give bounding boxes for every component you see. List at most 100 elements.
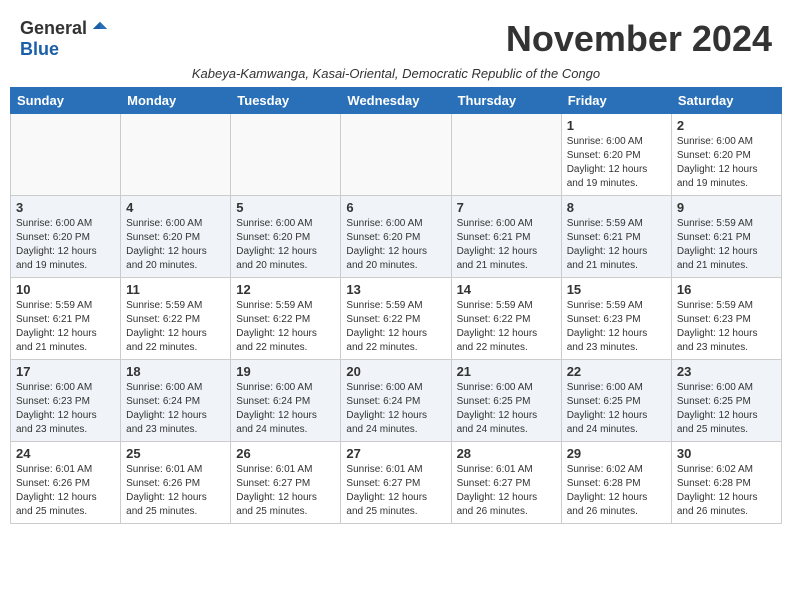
- calendar-header-sunday: Sunday: [11, 88, 121, 114]
- day-info: Sunrise: 6:00 AM Sunset: 6:20 PM Dayligh…: [346, 217, 445, 273]
- day-info: Sunrise: 6:02 AM Sunset: 6:28 PM Dayligh…: [567, 463, 666, 519]
- calendar-header-friday: Friday: [561, 88, 671, 114]
- calendar-day-cell: [231, 114, 341, 196]
- day-number: 22: [567, 364, 666, 379]
- logo-flag-icon: [91, 20, 109, 38]
- day-info: Sunrise: 5:59 AM Sunset: 6:23 PM Dayligh…: [677, 299, 776, 355]
- calendar-day-cell: 23 Sunrise: 6:00 AM Sunset: 6:25 PM Dayli…: [671, 360, 781, 442]
- day-number: 11: [126, 282, 225, 297]
- day-info: Sunrise: 6:00 AM Sunset: 6:20 PM Dayligh…: [567, 135, 666, 191]
- calendar-table: SundayMondayTuesdayWednesdayThursdayFrid…: [10, 87, 782, 524]
- calendar-day-cell: 15 Sunrise: 5:59 AM Sunset: 6:23 PM Dayli…: [561, 278, 671, 360]
- calendar-day-cell: 18 Sunrise: 6:00 AM Sunset: 6:24 PM Dayli…: [121, 360, 231, 442]
- calendar-day-cell: 1 Sunrise: 6:00 AM Sunset: 6:20 PM Daylig…: [561, 114, 671, 196]
- day-info: Sunrise: 5:59 AM Sunset: 6:21 PM Dayligh…: [567, 217, 666, 273]
- day-info: Sunrise: 6:00 AM Sunset: 6:24 PM Dayligh…: [346, 381, 445, 437]
- page-header: General Blue November 2024: [10, 10, 782, 64]
- calendar-day-cell: 21Sunrise: 6:00 AM Sunset: 6:25 PM Dayli…: [451, 360, 561, 442]
- calendar-day-cell: 19 Sunrise: 6:00 AM Sunset: 6:24 PM Dayli…: [231, 360, 341, 442]
- day-info: Sunrise: 6:01 AM Sunset: 6:26 PM Dayligh…: [16, 463, 115, 519]
- calendar-week-row: 24 Sunrise: 6:01 AM Sunset: 6:26 PM Dayli…: [11, 442, 782, 524]
- calendar-day-cell: 8Sunrise: 5:59 AM Sunset: 6:21 PM Daylig…: [561, 196, 671, 278]
- day-info: Sunrise: 6:01 AM Sunset: 6:27 PM Dayligh…: [457, 463, 556, 519]
- day-info: Sunrise: 5:59 AM Sunset: 6:23 PM Dayligh…: [567, 299, 666, 355]
- day-info: Sunrise: 6:00 AM Sunset: 6:21 PM Dayligh…: [457, 217, 556, 273]
- day-number: 19: [236, 364, 335, 379]
- day-info: Sunrise: 5:59 AM Sunset: 6:22 PM Dayligh…: [236, 299, 335, 355]
- calendar-day-cell: 16 Sunrise: 5:59 AM Sunset: 6:23 PM Dayli…: [671, 278, 781, 360]
- calendar-day-cell: 7Sunrise: 6:00 AM Sunset: 6:21 PM Daylig…: [451, 196, 561, 278]
- day-info: Sunrise: 6:00 AM Sunset: 6:25 PM Dayligh…: [677, 381, 776, 437]
- logo-general-text: General: [20, 18, 87, 39]
- day-number: 21: [457, 364, 556, 379]
- day-number: 15: [567, 282, 666, 297]
- day-number: 3: [16, 200, 115, 215]
- day-number: 20: [346, 364, 445, 379]
- day-info: Sunrise: 6:01 AM Sunset: 6:27 PM Dayligh…: [236, 463, 335, 519]
- day-info: Sunrise: 6:00 AM Sunset: 6:20 PM Dayligh…: [677, 135, 776, 191]
- day-number: 24: [16, 446, 115, 461]
- calendar-day-cell: 30Sunrise: 6:02 AM Sunset: 6:28 PM Dayli…: [671, 442, 781, 524]
- calendar-day-cell: 9Sunrise: 5:59 AM Sunset: 6:21 PM Daylig…: [671, 196, 781, 278]
- calendar-header-tuesday: Tuesday: [231, 88, 341, 114]
- calendar-header-row: SundayMondayTuesdayWednesdayThursdayFrid…: [11, 88, 782, 114]
- day-info: Sunrise: 6:00 AM Sunset: 6:23 PM Dayligh…: [16, 381, 115, 437]
- calendar-day-cell: 5Sunrise: 6:00 AM Sunset: 6:20 PM Daylig…: [231, 196, 341, 278]
- day-number: 28: [457, 446, 556, 461]
- calendar-header-wednesday: Wednesday: [341, 88, 451, 114]
- day-info: Sunrise: 5:59 AM Sunset: 6:21 PM Dayligh…: [677, 217, 776, 273]
- calendar-day-cell: 6 Sunrise: 6:00 AM Sunset: 6:20 PM Daylig…: [341, 196, 451, 278]
- day-info: Sunrise: 5:59 AM Sunset: 6:22 PM Dayligh…: [457, 299, 556, 355]
- calendar-week-row: 3 Sunrise: 6:00 AM Sunset: 6:20 PM Daylig…: [11, 196, 782, 278]
- day-number: 13: [346, 282, 445, 297]
- calendar-day-cell: 28 Sunrise: 6:01 AM Sunset: 6:27 PM Dayli…: [451, 442, 561, 524]
- calendar-header-monday: Monday: [121, 88, 231, 114]
- calendar-day-cell: 4Sunrise: 6:00 AM Sunset: 6:20 PM Daylig…: [121, 196, 231, 278]
- month-title: November 2024: [506, 18, 772, 60]
- day-number: 17: [16, 364, 115, 379]
- calendar-header-saturday: Saturday: [671, 88, 781, 114]
- day-info: Sunrise: 6:00 AM Sunset: 6:24 PM Dayligh…: [126, 381, 225, 437]
- calendar-day-cell: [11, 114, 121, 196]
- day-number: 25: [126, 446, 225, 461]
- day-info: Sunrise: 6:00 AM Sunset: 6:24 PM Dayligh…: [236, 381, 335, 437]
- calendar-day-cell: 14 Sunrise: 5:59 AM Sunset: 6:22 PM Dayli…: [451, 278, 561, 360]
- day-info: Sunrise: 5:59 AM Sunset: 6:22 PM Dayligh…: [126, 299, 225, 355]
- logo: General Blue: [20, 18, 109, 60]
- day-info: Sunrise: 6:00 AM Sunset: 6:25 PM Dayligh…: [567, 381, 666, 437]
- calendar-day-cell: 2Sunrise: 6:00 AM Sunset: 6:20 PM Daylig…: [671, 114, 781, 196]
- location-subtitle: Kabeya-Kamwanga, Kasai-Oriental, Democra…: [10, 64, 782, 87]
- day-info: Sunrise: 6:00 AM Sunset: 6:20 PM Dayligh…: [126, 217, 225, 273]
- day-number: 1: [567, 118, 666, 133]
- day-number: 14: [457, 282, 556, 297]
- day-number: 18: [126, 364, 225, 379]
- calendar-week-row: 17 Sunrise: 6:00 AM Sunset: 6:23 PM Dayli…: [11, 360, 782, 442]
- day-number: 29: [567, 446, 666, 461]
- calendar-week-row: 10 Sunrise: 5:59 AM Sunset: 6:21 PM Dayli…: [11, 278, 782, 360]
- day-number: 6: [346, 200, 445, 215]
- day-info: Sunrise: 5:59 AM Sunset: 6:22 PM Dayligh…: [346, 299, 445, 355]
- calendar-day-cell: 17 Sunrise: 6:00 AM Sunset: 6:23 PM Dayli…: [11, 360, 121, 442]
- day-number: 12: [236, 282, 335, 297]
- calendar-day-cell: [341, 114, 451, 196]
- day-number: 10: [16, 282, 115, 297]
- day-number: 16: [677, 282, 776, 297]
- calendar-day-cell: [451, 114, 561, 196]
- day-info: Sunrise: 5:59 AM Sunset: 6:21 PM Dayligh…: [16, 299, 115, 355]
- calendar-day-cell: 13 Sunrise: 5:59 AM Sunset: 6:22 PM Dayli…: [341, 278, 451, 360]
- day-number: 27: [346, 446, 445, 461]
- calendar-day-cell: 11 Sunrise: 5:59 AM Sunset: 6:22 PM Dayli…: [121, 278, 231, 360]
- day-number: 5: [236, 200, 335, 215]
- calendar-header-thursday: Thursday: [451, 88, 561, 114]
- calendar-day-cell: [121, 114, 231, 196]
- day-info: Sunrise: 6:00 AM Sunset: 6:20 PM Dayligh…: [16, 217, 115, 273]
- day-info: Sunrise: 6:02 AM Sunset: 6:28 PM Dayligh…: [677, 463, 776, 519]
- calendar-day-cell: 26Sunrise: 6:01 AM Sunset: 6:27 PM Dayli…: [231, 442, 341, 524]
- calendar-week-row: 1 Sunrise: 6:00 AM Sunset: 6:20 PM Daylig…: [11, 114, 782, 196]
- calendar-day-cell: 12 Sunrise: 5:59 AM Sunset: 6:22 PM Dayli…: [231, 278, 341, 360]
- calendar-day-cell: 10 Sunrise: 5:59 AM Sunset: 6:21 PM Dayli…: [11, 278, 121, 360]
- calendar-day-cell: 3 Sunrise: 6:00 AM Sunset: 6:20 PM Daylig…: [11, 196, 121, 278]
- day-info: Sunrise: 6:01 AM Sunset: 6:27 PM Dayligh…: [346, 463, 445, 519]
- calendar-day-cell: 27 Sunrise: 6:01 AM Sunset: 6:27 PM Dayli…: [341, 442, 451, 524]
- day-number: 23: [677, 364, 776, 379]
